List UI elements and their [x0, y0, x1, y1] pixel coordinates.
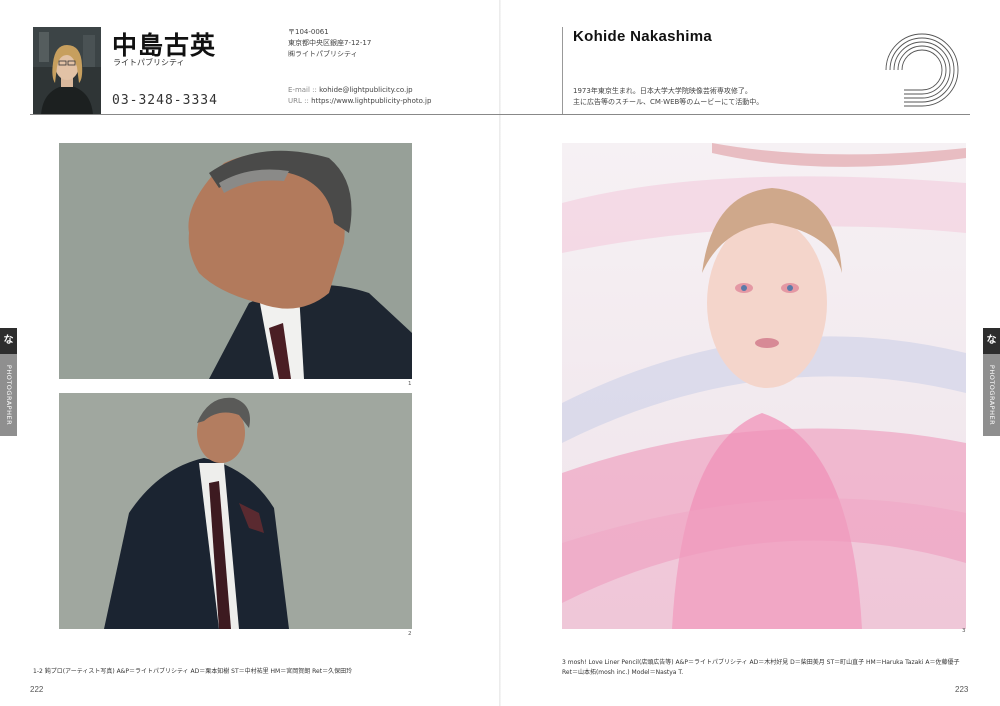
url-label: URL — [288, 97, 302, 105]
phone-number: 03-3248-3334 — [112, 93, 218, 108]
photo-credit-left: 1-2 鈍プロ(アーティスト写真) A&P＝ライトパブリシティ AD＝栗本知樹 … — [33, 668, 353, 675]
email-label: E-mail — [288, 86, 310, 94]
page-number-right: 223 — [955, 685, 969, 694]
header-divider — [562, 27, 563, 114]
company-name: ライトパブリシティ — [113, 58, 185, 67]
profile-portrait-image — [33, 27, 101, 115]
index-tab-right: な PHOTOGRAPHER — [983, 328, 1000, 436]
credit-right-line-1: 3 mosh! Love Liner Pencil(店頭広告等) A&P＝ライト… — [562, 659, 960, 666]
bio-line-2: 主に広告等のスチール、CM·WEB等のムービーにて活動中。 — [573, 98, 764, 106]
credit-right-line-2: Ret＝山本拓(mosh inc.) Model＝Nastya T. — [562, 669, 684, 676]
photo-man-profile — [59, 143, 412, 379]
contact-block: E-mail :: kohide@lightpublicity.co.jp UR… — [288, 86, 432, 105]
photo-number-1: 1 — [408, 381, 412, 387]
index-tab-initial: な — [983, 328, 1000, 354]
biography: 1973年東京生まれ。日本大学大学院映像芸術専攻修了。 主に広告等のスチール、C… — [573, 86, 763, 108]
index-tab-category: PHOTOGRAPHER — [987, 364, 996, 426]
photo-credit-right: 3 mosh! Love Liner Pencil(店頭広告等) A&P＝ライト… — [562, 658, 972, 678]
email-link[interactable]: kohide@lightpublicity.co.jp — [319, 86, 412, 94]
index-tab-left: な PHOTOGRAPHER — [0, 328, 17, 436]
concentric-arc-logo-icon — [885, 33, 959, 107]
photographer-name-en: Kohide Nakashima — [573, 28, 713, 45]
address-line-2: ㈱ライトパブリシティ — [288, 50, 358, 58]
index-tab-initial: な — [0, 328, 17, 354]
photo-number-3: 3 — [962, 628, 966, 634]
photo-man-standing — [59, 393, 412, 629]
address-line-1: 東京都中央区銀座7-12-17 — [288, 39, 372, 47]
bio-line-1: 1973年東京生まれ。日本大学大学院映像芸術専攻修了。 — [573, 87, 752, 95]
page-number-left: 222 — [30, 685, 44, 694]
photo-woman-pink-fabric — [562, 143, 966, 629]
header-rule — [30, 114, 970, 115]
index-tab-category: PHOTOGRAPHER — [4, 364, 13, 426]
spine-gutter — [499, 0, 501, 706]
address-block: 〒104-0061 東京都中央区銀座7-12-17 ㈱ライトパブリシティ — [288, 27, 371, 60]
photo-number-2: 2 — [408, 631, 412, 637]
url-link[interactable]: https://www.lightpublicity-photo.jp — [311, 97, 431, 105]
magazine-spread: 中島古英 ライトパブリシティ 03-3248-3334 〒104-0061 東京… — [0, 0, 1000, 706]
postal-code: 〒104-0061 — [288, 28, 329, 36]
